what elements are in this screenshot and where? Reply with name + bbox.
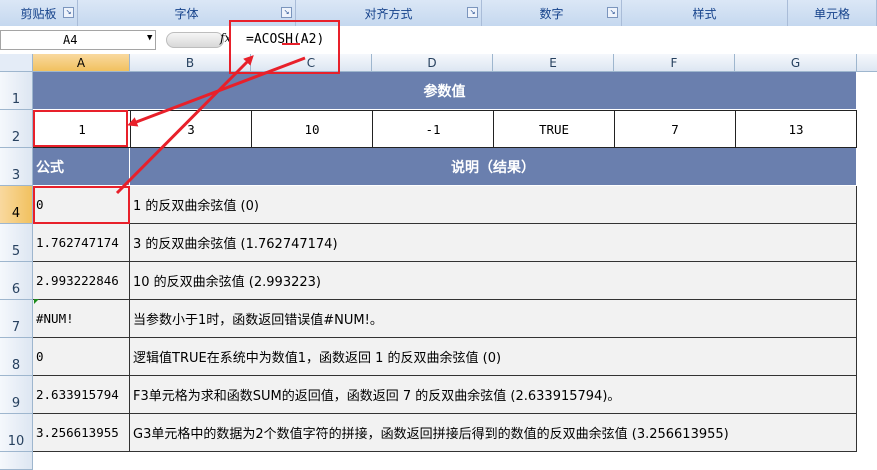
row-header-8[interactable]: 8	[0, 338, 33, 376]
ribbon-group-label: 剪贴板	[20, 6, 57, 21]
param-cell-c2[interactable]: 10	[251, 110, 373, 148]
column-header-g[interactable]: G	[735, 54, 857, 72]
description-cell-b10[interactable]: G3单元格中的数据为2个数值字符的拼接，函数返回拼接后得到的数值的反双曲余弦值 …	[130, 414, 857, 452]
description-cell-b8[interactable]: 逻辑值TRUE在系统中为数值1，函数返回 1 的反双曲余弦值 (0)	[130, 338, 857, 376]
dialog-launcher-icon[interactable]: ↘	[281, 7, 292, 18]
param-cell-b2[interactable]: 3	[130, 110, 252, 148]
result-cell-a6[interactable]: 2.993222846	[33, 262, 130, 300]
ribbon-group-label: 单元格	[813, 6, 850, 21]
row-header-2[interactable]: 2	[0, 110, 33, 148]
dialog-launcher-icon[interactable]: ↘	[467, 7, 478, 18]
params-title-cell[interactable]: 参数值	[33, 72, 857, 110]
result-cell-a10[interactable]: 3.256613955	[33, 414, 130, 452]
row-header-1[interactable]: 1	[0, 72, 33, 110]
dialog-launcher-icon[interactable]: ↘	[607, 7, 618, 18]
row-header-3[interactable]: 3	[0, 148, 33, 186]
column-header-a[interactable]: A	[33, 54, 130, 72]
chevron-down-icon[interactable]: ▼	[147, 33, 152, 43]
column-header-next[interactable]	[857, 54, 877, 72]
row-header-7[interactable]: 7	[0, 300, 33, 338]
formula-controls: fx	[158, 30, 238, 50]
ribbon-group-label: 数字	[539, 6, 564, 21]
column-header-e[interactable]: E	[493, 54, 614, 72]
name-box-value: A4	[63, 33, 78, 47]
row-header-10[interactable]: 10	[0, 414, 33, 452]
row-header-11[interactable]	[0, 452, 33, 470]
formula-controls-pill[interactable]	[166, 32, 224, 48]
param-cell-e2[interactable]: TRUE	[493, 110, 615, 148]
ribbon-group-label: 样式	[692, 6, 717, 21]
dialog-launcher-icon[interactable]: ↘	[63, 7, 74, 18]
result-cell-a8[interactable]: 0	[33, 338, 130, 376]
formula-header-cell[interactable]: 公式	[33, 148, 130, 186]
ribbon-group-label: 字体	[174, 6, 199, 21]
annotation-a4-box	[33, 186, 130, 224]
ribbon: 剪贴板 ↘ 字体 ↘ 对齐方式 ↘ 数字 ↘ 样式 单元格	[0, 0, 877, 27]
description-cell-b4[interactable]: 1 的反双曲余弦值 (0)	[130, 186, 857, 224]
column-header-d[interactable]: D	[372, 54, 493, 72]
row-header-9[interactable]: 9	[0, 376, 33, 414]
ribbon-group-label: 对齐方式	[364, 6, 413, 21]
description-header-cell[interactable]: 说明（结果）	[130, 148, 857, 186]
ribbon-group-styles[interactable]: 样式	[622, 0, 788, 26]
name-box[interactable]: A4 ▼	[0, 30, 156, 50]
result-cell-a5[interactable]: 1.762747174	[33, 224, 130, 262]
param-cell-f2[interactable]: 7	[614, 110, 736, 148]
param-cell-g2[interactable]: 13	[735, 110, 857, 148]
result-cell-a9[interactable]: 2.633915794	[33, 376, 130, 414]
result-cell-a7[interactable]: #NUM!	[33, 300, 130, 338]
error-indicator-icon	[34, 299, 39, 304]
row-header-6[interactable]: 6	[0, 262, 33, 300]
description-cell-b7[interactable]: 当参数小于1时，函数返回错误值#NUM!。	[130, 300, 857, 338]
description-cell-b6[interactable]: 10 的反双曲余弦值 (2.993223)	[130, 262, 857, 300]
annotation-a2-box	[33, 110, 128, 147]
row-header-4[interactable]: 4	[0, 186, 33, 224]
row-header-5[interactable]: 5	[0, 224, 33, 262]
description-cell-b9[interactable]: F3单元格为求和函数SUM的返回值，函数返回 7 的反双曲余弦值 (2.6339…	[130, 376, 857, 414]
ribbon-group-clipboard[interactable]: 剪贴板 ↘	[0, 0, 78, 26]
annotation-formula-box	[229, 20, 340, 74]
column-header-f[interactable]: F	[614, 54, 735, 72]
ribbon-group-cells[interactable]: 单元格	[788, 0, 877, 26]
param-cell-d2[interactable]: -1	[372, 110, 494, 148]
formula-bar: A4 ▼ fx =ACOSH(A2)	[0, 26, 877, 55]
description-cell-b5[interactable]: 3 的反双曲余弦值 (1.762747174)	[130, 224, 857, 262]
select-all-corner[interactable]	[0, 54, 33, 72]
ribbon-group-number[interactable]: 数字 ↘	[482, 0, 622, 26]
